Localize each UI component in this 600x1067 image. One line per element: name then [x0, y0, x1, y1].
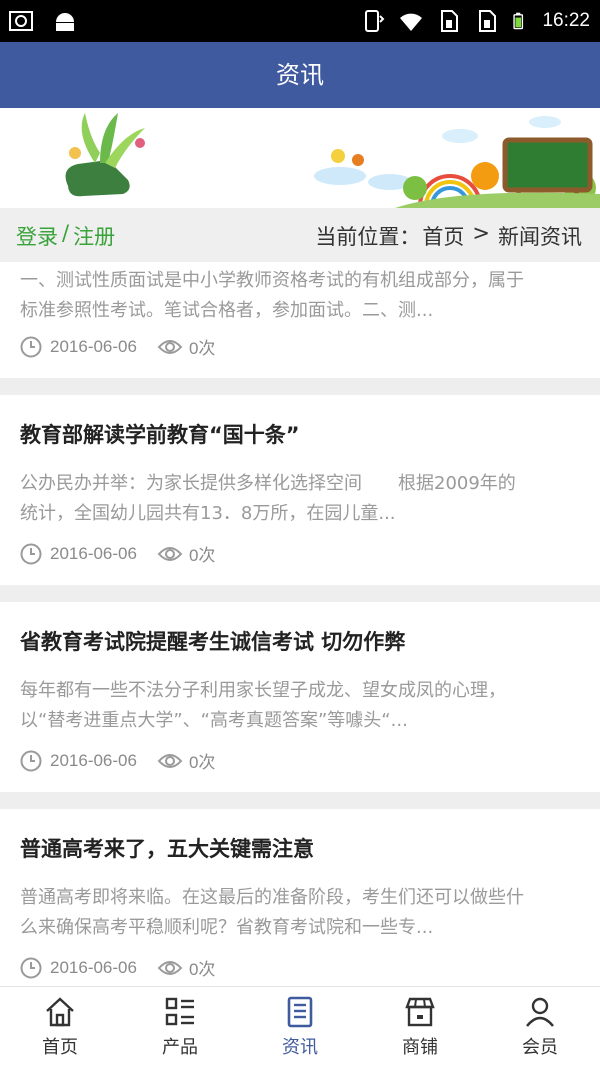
- clock-icon: [20, 336, 42, 357]
- article-views: 0次: [188, 960, 216, 979]
- screenshot-icon: [9, 11, 33, 31]
- tab-products-label: 产品: [162, 1037, 198, 1058]
- auth-separator: /: [62, 221, 70, 245]
- android-icon: [56, 13, 74, 31]
- article-date: 2016-06-06: [50, 543, 137, 563]
- article-date: 2016-06-06: [50, 957, 137, 977]
- eye-icon: [157, 753, 183, 768]
- phone-vibrate-icon: [365, 10, 385, 32]
- status-bar: 16:22: [0, 0, 600, 42]
- battery-icon: [513, 12, 524, 30]
- tab-home[interactable]: 首页: [0, 987, 120, 1067]
- page-title: 资讯: [276, 61, 324, 89]
- article-summary: 公办民办并举：为家长提供多样化选择空间 根据2009年的 统计，全国幼儿园共有1…: [20, 473, 516, 524]
- article-views: 0次: [188, 339, 216, 358]
- auth-links: 登录 / 注册: [16, 221, 115, 251]
- article-title[interactable]: 普通高考来了，五大关键需注意: [20, 833, 314, 863]
- article-date: 2016-06-06: [50, 336, 137, 356]
- article-title[interactable]: 教育部解读学前教育“国十条”: [20, 419, 300, 449]
- tab-home-label: 首页: [42, 1037, 78, 1058]
- store-icon: [405, 997, 435, 1027]
- sim1-icon: [441, 10, 459, 32]
- article-summary: 一、测试性质面试是中小学教师资格考试的有机组成部分，属于 标准参照性考试。笔试合…: [20, 270, 524, 321]
- document-icon: [287, 996, 313, 1028]
- page-header: 资讯: [0, 42, 600, 108]
- article-card[interactable]: 教育部解读学前教育“国十条” 公办民办并举：为家长提供多样化选择空间 根据200…: [0, 395, 600, 585]
- home-icon: [46, 997, 74, 1027]
- status-time: 16:22: [542, 10, 590, 31]
- article-views: 0次: [188, 546, 216, 565]
- tab-member-label: 会员: [522, 1037, 558, 1058]
- sim2-icon: [479, 10, 497, 32]
- breadcrumb-home-link[interactable]: 首页: [422, 221, 464, 251]
- eye-icon: [157, 339, 183, 354]
- wifi-icon: [400, 13, 423, 31]
- article-date: 2016-06-06: [50, 750, 137, 770]
- clock-icon: [20, 957, 42, 978]
- article-meta: 2016-06-06 0次: [20, 955, 215, 980]
- tab-products[interactable]: 产品: [120, 987, 240, 1067]
- tab-member[interactable]: 会员: [480, 987, 600, 1067]
- article-views: 0次: [188, 753, 216, 772]
- article-summary: 普通高考即将来临。在这最后的准备阶段，考生们还可以做些什 么来确保高考平稳顺利呢…: [20, 887, 524, 938]
- clock-icon: [20, 750, 42, 771]
- article-title[interactable]: 省教育考试院提醒考生诚信考试 切勿作弊: [20, 626, 405, 656]
- breadcrumb: 登录 / 注册 当前位置： 首页 > 新闻资讯: [0, 208, 600, 262]
- article-meta: 2016-06-06 0次: [20, 334, 215, 359]
- breadcrumb-arrow: >: [472, 221, 490, 245]
- login-link[interactable]: 登录: [16, 221, 58, 251]
- banner-image: [0, 108, 600, 208]
- location-path: 当前位置： 首页 > 新闻资讯: [315, 221, 582, 251]
- bottom-tab-bar: 首页 产品 资讯 商铺 会员: [0, 986, 600, 1067]
- tab-news[interactable]: 资讯: [240, 987, 360, 1067]
- article-card[interactable]: 普通高考来了，五大关键需注意 普通高考即将来临。在这最后的准备阶段，考生们还可以…: [0, 809, 600, 986]
- breadcrumb-current: 新闻资讯: [498, 225, 582, 249]
- banner-illustration: [65, 113, 600, 208]
- article-card[interactable]: 省教育考试院提醒考生诚信考试 切勿作弊 每年都有一些不法分子利用家长望子成龙、望…: [0, 602, 600, 792]
- article-card[interactable]: 一、测试性质面试是中小学教师资格考试的有机组成部分，属于 标准参照性考试。笔试合…: [0, 262, 600, 378]
- article-list: 一、测试性质面试是中小学教师资格考试的有机组成部分，属于 标准参照性考试。笔试合…: [0, 262, 600, 986]
- tab-store[interactable]: 商铺: [360, 987, 480, 1067]
- eye-icon: [157, 960, 183, 975]
- grid-list-icon: [165, 997, 194, 1026]
- tab-store-label: 商铺: [402, 1037, 438, 1058]
- article-meta: 2016-06-06 0次: [20, 541, 215, 566]
- clock-icon: [20, 543, 42, 564]
- article-summary: 每年都有一些不法分子利用家长望子成龙、望女成凤的心理， 以“替考进重点大学”、“…: [20, 680, 506, 731]
- location-label: 当前位置：: [315, 225, 421, 249]
- eye-icon: [157, 546, 183, 561]
- register-link[interactable]: 注册: [73, 221, 115, 251]
- article-meta: 2016-06-06 0次: [20, 748, 215, 773]
- user-icon: [526, 997, 554, 1027]
- tab-news-label: 资讯: [282, 1037, 318, 1058]
